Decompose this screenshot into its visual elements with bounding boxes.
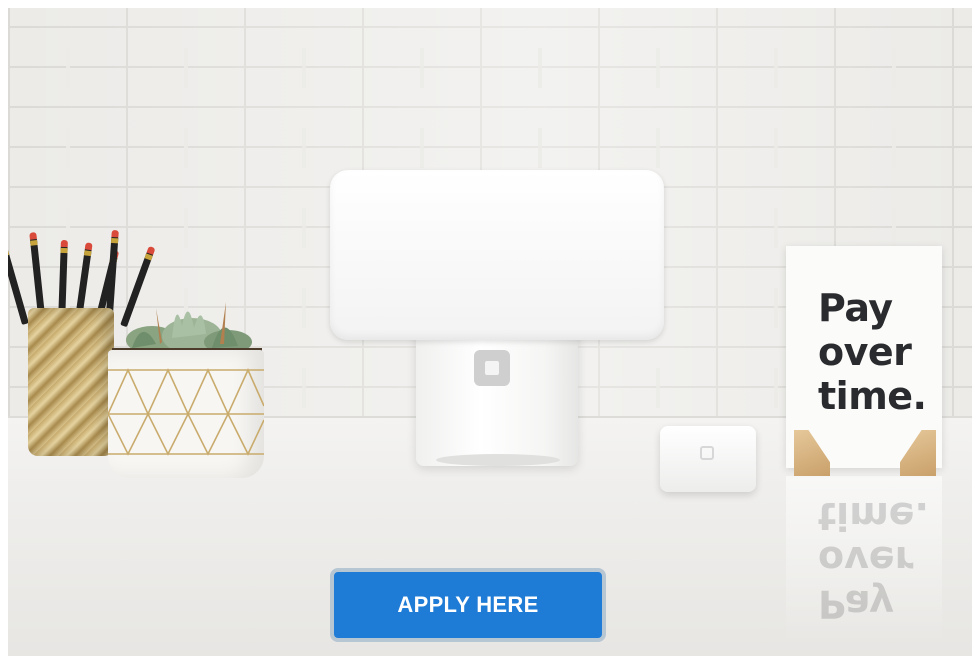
sign-line: over (818, 330, 912, 374)
apply-here-button[interactable]: APPLY HERE (330, 568, 606, 642)
hero-scene: Pay over time. Pay over time. (8, 8, 972, 656)
square-logo-inner (485, 361, 499, 375)
sign-line: Pay (818, 286, 893, 330)
terminal-stand-base (436, 454, 560, 466)
square-logo-icon (700, 446, 714, 460)
sign-line: time. (818, 374, 927, 418)
sign-text: Pay over time. (818, 286, 938, 418)
pencil-cup (28, 308, 114, 456)
terminal-screen (330, 170, 664, 340)
plant-pot (108, 350, 264, 478)
succulent-plant (112, 302, 262, 358)
sign-reflection-text: Pay over time. (818, 494, 929, 626)
brick-row (8, 48, 972, 88)
square-logo-icon (474, 350, 510, 386)
brick-row (8, 128, 972, 168)
